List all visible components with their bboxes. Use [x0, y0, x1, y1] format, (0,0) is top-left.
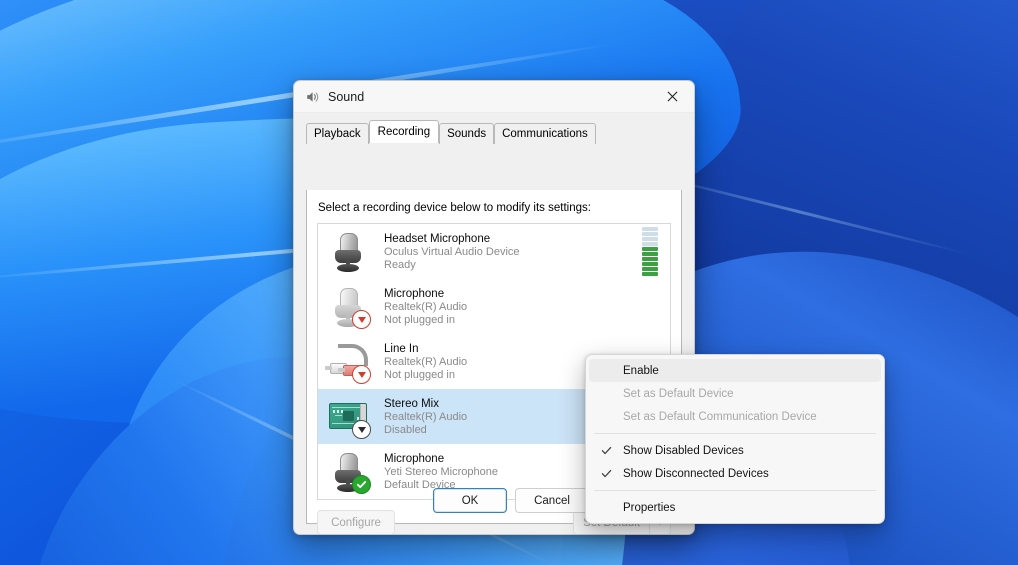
sound-card-icon: [326, 394, 372, 440]
dialog-title: Sound: [328, 89, 365, 104]
menu-item-label: Show Disconnected Devices: [623, 467, 769, 480]
device-info: Headset Microphone Oculus Virtual Audio …: [384, 232, 642, 272]
menu-item-set-as-default-device[interactable]: Set as Default Device: [589, 382, 881, 405]
menu-item-label: Set as Default Communication Device: [623, 410, 817, 423]
default-device-check-icon: [352, 474, 371, 494]
menu-item-show-disabled-devices[interactable]: Show Disabled Devices: [589, 439, 881, 462]
menu-item-set-as-default-communication-device[interactable]: Set as Default Communication Device: [589, 405, 881, 428]
configure-button[interactable]: Configure: [317, 510, 395, 534]
checkmark-icon: [589, 468, 623, 479]
device-status: Ready: [384, 258, 416, 271]
checkmark-icon: [589, 445, 623, 456]
disabled-icon: [352, 419, 371, 439]
menu-item-label: Set as Default Device: [623, 387, 734, 400]
menu-separator: [594, 490, 876, 491]
not-plugged-icon: [352, 309, 371, 329]
tab-recording[interactable]: Recording: [368, 120, 440, 143]
menu-item-label: Enable: [623, 364, 659, 377]
menu-item-label: Show Disabled Devices: [623, 444, 744, 457]
menu-item-label: Properties: [623, 501, 676, 514]
speaker-icon: [304, 89, 320, 105]
not-plugged-icon: [352, 364, 371, 384]
device-name: Microphone: [384, 287, 445, 300]
device-row-microphone-realtek[interactable]: Microphone Realtek(R) Audio Not plugged …: [318, 279, 670, 334]
device-name: Headset Microphone: [384, 232, 491, 245]
ok-button[interactable]: OK: [433, 488, 507, 513]
volume-meter: [642, 227, 658, 276]
menu-separator: [594, 433, 876, 434]
microphone-icon: [326, 449, 372, 495]
device-row-headset-microphone[interactable]: Headset Microphone Oculus Virtual Audio …: [318, 224, 670, 279]
tab-strip: Playback Recording Sounds Communications: [306, 120, 694, 144]
tab-communications[interactable]: Communications: [494, 123, 596, 144]
close-icon[interactable]: [650, 81, 694, 111]
device-status: Not plugged in: [384, 313, 455, 326]
menu-item-properties[interactable]: Properties: [589, 496, 881, 519]
device-info: Microphone Realtek(R) Audio Not plugged …: [384, 287, 670, 327]
menu-item-show-disconnected-devices[interactable]: Show Disconnected Devices: [589, 462, 881, 485]
dialog-titlebar: Sound: [294, 81, 694, 113]
menu-item-enable[interactable]: Enable: [589, 359, 881, 382]
tab-sounds[interactable]: Sounds: [439, 123, 495, 144]
device-driver: Oculus Virtual Audio Device: [384, 245, 520, 258]
cancel-button[interactable]: Cancel: [515, 488, 589, 513]
panel-instruction-label: Select a recording device below to modif…: [318, 202, 591, 214]
microphone-icon: [326, 284, 372, 330]
line-in-icon: [325, 339, 372, 385]
device-context-menu: Enable Set as Default Device Set as Defa…: [585, 354, 885, 524]
tab-playback[interactable]: Playback: [306, 123, 369, 144]
device-driver: Realtek(R) Audio: [384, 300, 468, 313]
microphone-icon: [326, 229, 372, 275]
